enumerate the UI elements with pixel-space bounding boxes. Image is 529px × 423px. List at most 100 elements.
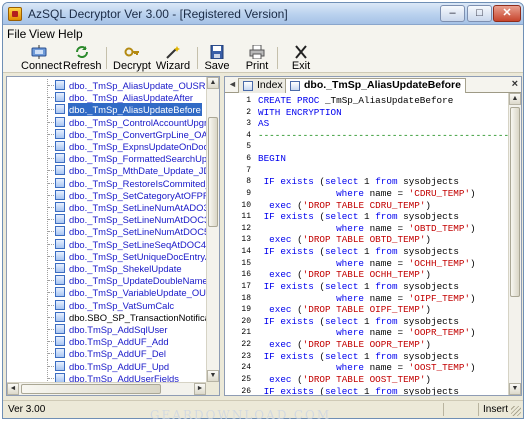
code-text: IF exists (select 1 from sysobjects	[258, 385, 459, 396]
tree-connector	[48, 304, 54, 306]
line-number: 10	[241, 200, 251, 210]
scroll-up-arrow[interactable]: ▲	[207, 77, 219, 89]
tree-connector	[48, 219, 54, 221]
code-text: IF exists (select 1 from sysobjects	[258, 211, 459, 223]
scroll-thumb[interactable]	[208, 117, 218, 227]
code-line: 18 where name = 'OIPF_TEMP')	[225, 293, 508, 305]
stored-procedure-icon	[55, 226, 65, 237]
stored-procedure-icon	[55, 238, 65, 249]
code-line: 17 IF exists (select 1 from sysobjects	[225, 281, 508, 293]
maximize-button[interactable]: □	[467, 5, 492, 22]
line-number: 22	[241, 340, 251, 350]
line-number: 18	[241, 293, 251, 303]
tree-connector	[48, 292, 54, 294]
code-token: )	[425, 339, 431, 351]
save-button[interactable]: Save	[203, 44, 231, 72]
stored-procedure-icon	[55, 348, 65, 359]
scroll-left-arrow[interactable]: ◄	[7, 383, 19, 395]
code-line: 24 where name = 'OOST_TEMP')	[225, 362, 508, 374]
status-insert-mode: Insert	[483, 404, 509, 415]
scroll-right-arrow[interactable]: ►	[194, 383, 206, 395]
stored-procedure-icon	[55, 92, 65, 103]
code-token: 'OOST_TEMP'	[408, 362, 471, 374]
minimize-button[interactable]: –	[440, 5, 465, 22]
code-text: WITH ENCRYPTION	[258, 107, 342, 119]
tree-item-label: dbo._TmSp_SetLineNumAtADO3	[69, 202, 209, 213]
object-tree-panel[interactable]: dbo._TmSp_AliasUpdate_OUSR dbo._TmSp_Alia…	[6, 76, 220, 396]
code-line: 13 exec ('DROP TABLE OBTD_TEMP')	[225, 234, 508, 246]
scroll-down-arrow[interactable]: ▼	[207, 370, 219, 382]
toolbar-separator	[106, 47, 107, 69]
menu-view[interactable]: View	[29, 27, 55, 41]
code-line: 1 CREATE PROC _TmSp_AliasUpdateBefore	[225, 95, 508, 107]
code-token: )	[470, 187, 476, 199]
tree-connector	[48, 268, 54, 269]
code-text: IF exists (select 1 from sysobjects	[258, 281, 459, 293]
line-number: 1	[246, 96, 251, 105]
menu-file[interactable]: File	[7, 27, 26, 41]
code-token: _TmSp_AliasUpdateBefore	[324, 95, 454, 106]
tree-connector	[48, 341, 54, 343]
stored-procedure-icon	[55, 116, 65, 127]
tree-item-label: dbo.TmSp_AddUF_Del	[69, 348, 166, 360]
status-separator	[478, 403, 479, 416]
tab-procedure[interactable]: dbo._TmSp_AliasUpdateBefore	[285, 78, 466, 94]
line-number: 11	[241, 212, 251, 222]
code-line: 16 exec ('DROP TABLE OCHH_TEMP')	[225, 269, 508, 281]
tab-index[interactable]: Index	[238, 78, 288, 93]
code-token: exec	[258, 269, 298, 281]
wizard-button[interactable]: Wizard	[154, 44, 192, 72]
scroll-thumb[interactable]	[510, 107, 520, 297]
line-number: 15	[241, 258, 251, 268]
code-token: 1	[364, 315, 376, 327]
tab-strip: ◄ Index dbo._TmSp_AliasUpdateBefore ×	[225, 77, 521, 94]
menu-help[interactable]: Help	[58, 27, 83, 41]
index-icon	[243, 81, 253, 91]
line-number: 23	[241, 351, 251, 361]
exit-button[interactable]: Exit	[289, 44, 313, 72]
line-number: 9	[246, 188, 251, 198]
scroll-down-arrow[interactable]: ▼	[509, 383, 521, 395]
stored-procedure-icon	[55, 299, 65, 310]
close-button[interactable]: ✕	[493, 5, 521, 22]
editor-panel: ◄ Index dbo._TmSp_AliasUpdateBefore × 1C…	[224, 76, 522, 396]
connect-button[interactable]: Connect	[21, 44, 62, 72]
code-line: 15 where name = 'OCHH_TEMP')	[225, 258, 508, 270]
line-number: 19	[241, 305, 251, 315]
code-token: )	[470, 327, 476, 339]
code-token: from	[375, 246, 404, 258]
stored-procedure-icon	[55, 311, 65, 322]
tree-item-label: dbo._TmSp_MthDate_Update_JDT1	[69, 165, 220, 177]
code-token: select	[324, 350, 365, 362]
code-token: select	[324, 211, 365, 223]
code-text: where name = 'OOPR_TEMP')	[258, 327, 476, 339]
code-token: name =	[369, 222, 409, 234]
tree-item-label: dbo._TmSp_VatSumCalc	[69, 299, 175, 311]
title-bar[interactable]: AzSQL Decryptor Ver 3.00 - [Registered V…	[3, 3, 523, 25]
decrypt-button[interactable]: Decrypt	[113, 44, 151, 72]
tree-vertical-scrollbar[interactable]: ▲ ▼	[206, 77, 219, 382]
editor-vertical-scrollbar[interactable]: ▲ ▼	[508, 93, 521, 395]
tab-close-button[interactable]: ×	[512, 78, 518, 90]
code-token: from	[375, 385, 404, 396]
code-token: from	[375, 176, 404, 188]
code-token: sysobjects	[403, 211, 459, 223]
code-token: 'OIPF_TEMP'	[408, 292, 471, 304]
code-line: 22 exec ('DROP TABLE OOPR_TEMP')	[225, 339, 508, 351]
code-token: where	[258, 327, 370, 339]
print-button[interactable]: Print	[243, 44, 271, 72]
code-text: where name = 'CDRU_TEMP')	[258, 188, 476, 200]
code-token: name =	[369, 327, 409, 339]
code-editor[interactable]: 1 CREATE PROC _TmSp_AliasUpdateBefore 2 WIT…	[225, 93, 521, 396]
code-token: 1	[364, 246, 376, 258]
tab-scroll-left-button[interactable]: ◄	[228, 79, 237, 89]
code-token: sysobjects	[403, 350, 459, 362]
scroll-up-arrow[interactable]: ▲	[509, 93, 521, 105]
stored-procedure-icon	[55, 189, 65, 200]
tree-connector	[48, 231, 54, 233]
tree-horizontal-scrollbar[interactable]: ◄ ►	[7, 382, 206, 395]
scroll-thumb[interactable]	[21, 384, 161, 394]
stored-procedure-icon	[55, 324, 65, 334]
refresh-button[interactable]: Refresh	[63, 44, 102, 72]
resize-grip[interactable]	[511, 406, 521, 416]
